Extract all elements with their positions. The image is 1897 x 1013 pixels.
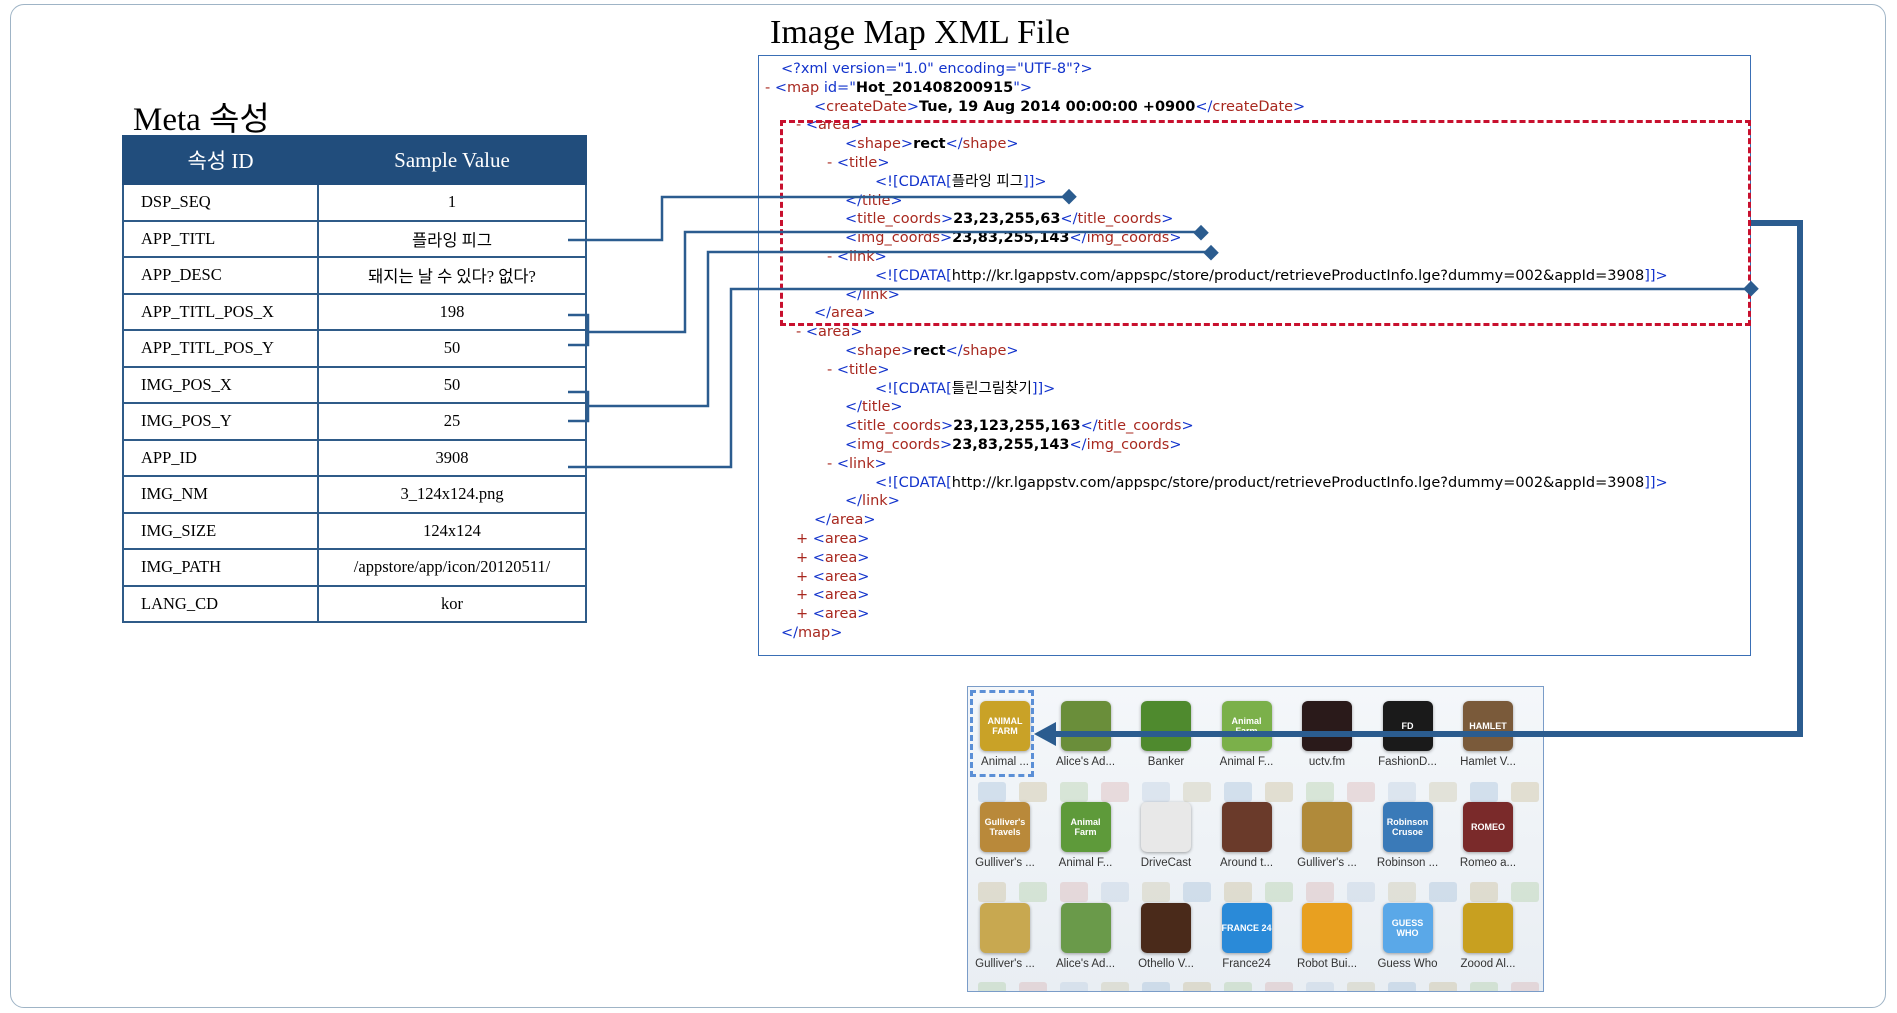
connector-app-id [568,287,1750,469]
marker-title-coords [1193,224,1209,241]
marker-img-coords [1203,244,1219,261]
connector-img-pos [568,250,1210,423]
connector-area-to-app [1055,220,1803,737]
marker-link [1743,280,1759,297]
connector-lines [568,188,1803,746]
arrowhead-app [1034,722,1056,746]
connector-app-titl [568,195,1068,242]
marker-title-cdata [1061,188,1077,205]
